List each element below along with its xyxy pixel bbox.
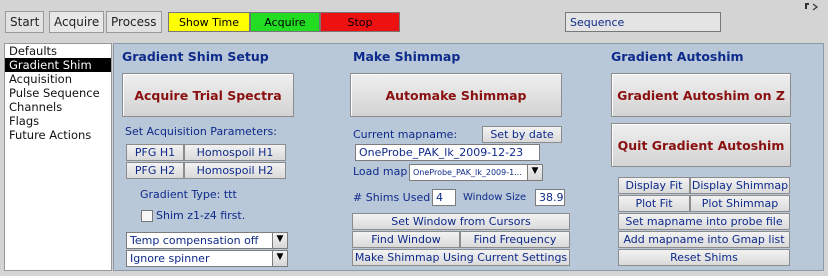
chevron-down-icon: ▼: [272, 251, 287, 266]
nav-item-future-actions[interactable]: Future Actions: [5, 128, 111, 142]
temp-compensation-select[interactable]: Temp compensation off ▼: [126, 232, 288, 249]
pfg-h1-button[interactable]: PFG H1: [126, 144, 184, 161]
nav-item-channels[interactable]: Channels: [5, 100, 111, 114]
add-mapname-gmap-button[interactable]: Add mapname into Gmap list: [618, 231, 790, 248]
plot-shimmap-button[interactable]: Plot Shimmap: [690, 195, 790, 212]
show-time-button[interactable]: Show Time: [168, 12, 250, 32]
gradient-type-label: Gradient Type: ttt: [140, 188, 237, 201]
nav-item-flags[interactable]: Flags: [5, 114, 111, 128]
automake-shimmap-button[interactable]: Automake Shimmap: [350, 73, 562, 117]
window-size-field[interactable]: 38.9: [535, 189, 565, 206]
nav-item-defaults[interactable]: Defaults: [5, 44, 111, 58]
reset-shims-button[interactable]: Reset Shims: [618, 249, 790, 266]
tab-process[interactable]: Process: [106, 11, 162, 33]
shim-first-label: Shim z1-z4 first.: [156, 209, 246, 222]
set-by-date-button[interactable]: Set by date: [482, 126, 562, 143]
pin-icon[interactable]: [804, 2, 820, 15]
acquire-trial-spectra-button[interactable]: Acquire Trial Spectra: [122, 73, 294, 117]
find-window-button[interactable]: Find Window: [352, 231, 460, 248]
acquire-button[interactable]: Acquire: [250, 12, 320, 32]
window-size-label: Window Size: [463, 192, 527, 203]
gradient-shim-setup-heading: Gradient Shim Setup: [122, 49, 269, 64]
nav-item-gradient-shim[interactable]: Gradient Shim: [5, 58, 111, 72]
set-window-from-cursors-button[interactable]: Set Window from Cursors: [352, 213, 570, 230]
gradient-shim-panel: Gradient Shim Setup Acquire Trial Spectr…: [113, 43, 824, 271]
make-shimmap-heading: Make Shimmap: [353, 49, 461, 64]
sequence-button[interactable]: Sequence: [565, 12, 721, 32]
spinner-select[interactable]: Ignore spinner ▼: [126, 250, 288, 267]
plot-fit-button[interactable]: Plot Fit: [618, 195, 690, 212]
load-map-label: Load map: [353, 165, 408, 178]
chevron-down-icon: ▼: [527, 165, 542, 180]
category-list: Defaults Gradient Shim Acquisition Pulse…: [4, 43, 112, 271]
display-fit-button[interactable]: Display Fit: [618, 177, 690, 194]
make-shimmap-current-settings-button[interactable]: Make Shimmap Using Current Settings: [352, 249, 570, 266]
shims-used-field[interactable]: 4: [432, 189, 456, 206]
homospoil-h1-button[interactable]: Homospoil H1: [184, 144, 286, 161]
nav-item-acquisition[interactable]: Acquisition: [5, 72, 111, 86]
shim-first-checkbox[interactable]: [141, 210, 153, 222]
shims-used-label: # Shims Used: [353, 191, 431, 204]
chevron-down-icon: ▼: [272, 233, 287, 248]
gradient-autoshim-heading: Gradient Autoshim: [611, 49, 744, 64]
temp-compensation-value: Temp compensation off: [130, 234, 259, 247]
tab-start[interactable]: Start: [5, 11, 45, 33]
find-frequency-button[interactable]: Find Frequency: [460, 231, 570, 248]
pfg-h2-button[interactable]: PFG H2: [126, 162, 184, 179]
load-map-value: OneProbe_PAK_lk_2009-1...: [413, 168, 522, 177]
load-map-select[interactable]: OneProbe_PAK_lk_2009-1... ▼: [409, 164, 543, 181]
homospoil-h2-button[interactable]: Homospoil H2: [184, 162, 286, 179]
top-toolbar: Start Acquire Process Show Time Acquire …: [0, 0, 828, 42]
set-mapname-probe-file-button[interactable]: Set mapname into probe file: [618, 213, 790, 230]
display-shimmap-button[interactable]: Display Shimmap: [690, 177, 790, 194]
spinner-value: Ignore spinner: [130, 252, 210, 265]
stop-button[interactable]: Stop: [320, 12, 400, 32]
current-mapname-label: Current mapname:: [353, 128, 458, 141]
quit-gradient-autoshim-button[interactable]: Quit Gradient Autoshim: [611, 123, 791, 167]
mapname-field[interactable]: OneProbe_PAK_lk_2009-12-23: [355, 144, 540, 161]
gradient-autoshim-on-z-button[interactable]: Gradient Autoshim on Z: [611, 73, 791, 117]
nav-item-pulse-sequence[interactable]: Pulse Sequence: [5, 86, 111, 100]
tab-acquire[interactable]: Acquire: [49, 11, 105, 33]
set-acquisition-parameters-label: Set Acquisition Parameters:: [125, 125, 277, 138]
